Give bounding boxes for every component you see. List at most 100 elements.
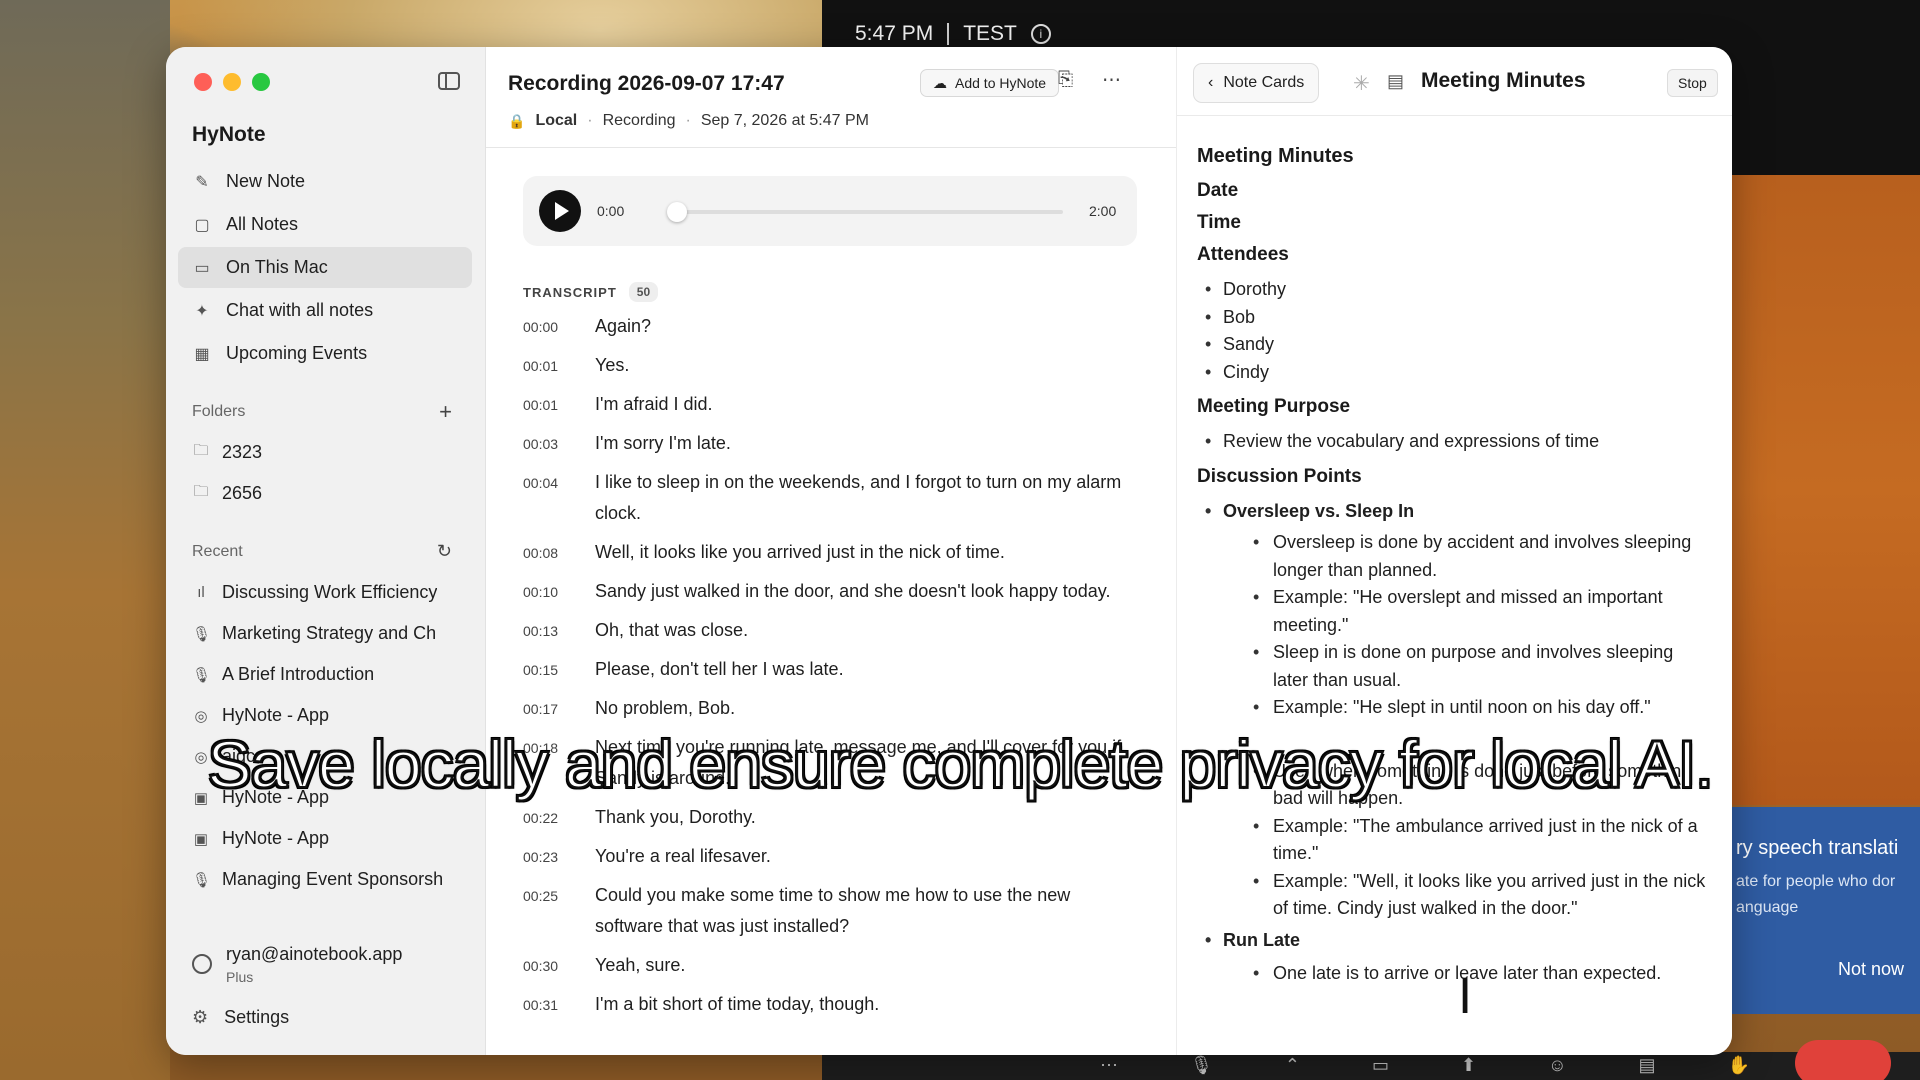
sidebar-item-on-this-mac[interactable]: ▭ On This Mac (178, 247, 472, 288)
minimize-window-button[interactable] (223, 73, 241, 91)
chevron-up-icon[interactable]: ⌃ (1285, 1055, 1300, 1080)
topic-run-late: Run Late (1197, 927, 1707, 955)
transcript-timestamp[interactable]: 00:04 (523, 471, 595, 529)
add-to-hynote-button[interactable]: ☁ Add to HyNote (920, 69, 1060, 97)
settings-label: Settings (224, 1007, 290, 1027)
transcript-row[interactable]: 00:01 I'm afraid I did. (523, 393, 1143, 420)
minutes-panel: ‹ Note Cards ✳ ▤ Meeting Minutes Stop Me… (1176, 47, 1732, 1055)
transcript-timestamp[interactable]: 00:23 (523, 845, 595, 872)
recent-item[interactable]: 🎙 A Brief Introduction (178, 654, 472, 695)
account-row[interactable]: ryan@ainotebook.app Plus (192, 944, 402, 985)
edit-icon: ✎ (195, 173, 209, 191)
progress-knob[interactable] (667, 202, 687, 222)
transcript-row[interactable]: 00:17 No problem, Bob. (523, 697, 1143, 724)
hang-up-button[interactable] (1795, 1040, 1891, 1080)
more-options-icon[interactable]: ⋯ (1102, 69, 1121, 92)
sidebar-toggle-icon[interactable] (438, 72, 460, 90)
transcript-timestamp[interactable]: 00:08 (523, 541, 595, 568)
transcript-row[interactable]: 00:30 Yeah, sure. (523, 954, 1143, 981)
note-cards-back-button[interactable]: ‹ Note Cards (1193, 63, 1320, 103)
waveform-icon: ıl (197, 584, 205, 601)
attendees-list: Dorothy Bob Sandy Cindy (1197, 276, 1707, 386)
transcript-row[interactable]: 00:08 Well, it looks like you arrived jus… (523, 541, 1143, 568)
popup-title: ry speech translati (1736, 837, 1899, 859)
folder-item[interactable]: 🗀 2656 (178, 473, 472, 514)
transcript-timestamp[interactable]: 00:31 (523, 993, 595, 1020)
play-button[interactable] (539, 190, 581, 232)
sidebar-item-chat[interactable]: ✦ Chat with all notes (178, 290, 472, 331)
transcript-row[interactable]: 00:01 Yes. (523, 354, 1143, 381)
transcript-label: TRANSCRIPT (523, 284, 617, 300)
transcript-timestamp[interactable]: 00:22 (523, 806, 595, 833)
transcript-timestamp[interactable]: 00:30 (523, 954, 595, 981)
zoom-window-button[interactable] (252, 73, 270, 91)
transcript-row[interactable]: 00:10 Sandy just walked in the door, and … (523, 580, 1143, 607)
transcript-timestamp[interactable]: 00:01 (523, 393, 595, 420)
folder-item[interactable]: 🗀 2323 (178, 432, 472, 473)
recent-item[interactable]: ıl Discussing Work Efficiency (178, 572, 472, 613)
raise-hand-icon[interactable]: ✋ (1727, 1055, 1749, 1080)
share-screen-icon[interactable]: ⬆ (1461, 1055, 1476, 1080)
recent-item[interactable]: 🎙 Managing Event Sponsorsh (178, 859, 472, 900)
captions-icon[interactable]: ▤ (1638, 1055, 1655, 1080)
attendee: Dorothy (1197, 276, 1707, 304)
sidebar-item-new-note[interactable]: ✎ New Note (178, 161, 472, 202)
mic-icon[interactable]: 🎙 (1190, 1055, 1213, 1080)
transcript-timestamp[interactable]: 00:13 (523, 619, 595, 646)
add-folder-icon[interactable]: + (439, 399, 452, 425)
transcript-timestamp[interactable]: 00:03 (523, 432, 595, 459)
cloud-upload-icon: ☁ (933, 74, 947, 91)
emoji-icon[interactable]: ☺ (1548, 1055, 1566, 1080)
meta-location: Local (535, 112, 578, 129)
settings-button[interactable]: ⚙ Settings (192, 1007, 289, 1028)
transcript-row[interactable]: 00:03 I'm sorry I'm late. (523, 432, 1143, 459)
copy-icon[interactable]: ⎘ (1058, 69, 1073, 91)
transcript-timestamp[interactable]: 00:15 (523, 658, 595, 685)
point: One late is to arrive or leave later tha… (1197, 960, 1707, 988)
transcript-row[interactable]: 00:15 Please, don't tell her I was late. (523, 658, 1143, 685)
minutes-content: Meeting Minutes Date Time Attendees Doro… (1197, 145, 1707, 988)
transcript-row[interactable]: 00:00 Again? (523, 315, 1143, 342)
transcript-row[interactable]: 00:25 Could you make some time to show me… (523, 884, 1143, 942)
camera-off-icon[interactable]: ▭ (1372, 1055, 1389, 1080)
text-cursor-icon: I (1458, 969, 1473, 1025)
sidebar-item-all-notes[interactable]: ▢ All Notes (178, 204, 472, 245)
transcript-text: I'm sorry I'm late. (595, 433, 731, 453)
transcript-timestamp[interactable]: 00:17 (523, 697, 595, 724)
meta-type: Recording (602, 112, 676, 129)
transcript-row[interactable]: 00:04 I like to sleep in on the weekends,… (523, 471, 1143, 529)
stop-button[interactable]: Stop (1667, 69, 1718, 97)
translation-popup: ry speech translati ate for people who d… (1728, 807, 1920, 1014)
recent-item[interactable]: ▣ HyNote - App (178, 818, 472, 859)
info-icon[interactable]: i (1030, 24, 1051, 44)
transcript-timestamp[interactable]: 00:01 (523, 354, 595, 381)
transcript-row[interactable]: 00:22 Thank you, Dorothy. (523, 806, 1143, 833)
point: Example: "He overslept and missed an imp… (1197, 584, 1707, 639)
popup-not-now-button[interactable]: Not now (1838, 959, 1904, 980)
point: Example: "Well, it looks like you arrive… (1197, 868, 1707, 923)
folder-list: 🗀 2323 🗀 2656 (178, 432, 472, 514)
progress-track[interactable] (675, 210, 1063, 214)
sidebar-item-upcoming-events[interactable]: ▦ Upcoming Events (178, 333, 472, 374)
transcript-timestamp[interactable]: 00:10 (523, 580, 595, 607)
attendees-heading: Attendees (1197, 244, 1289, 265)
transcript-text: I'm afraid I did. (595, 394, 713, 414)
transcript-row[interactable]: 00:31 I'm a bit short of time today, thou… (523, 993, 1143, 1020)
transcript-timestamp[interactable]: 00:25 (523, 884, 595, 942)
transcript-row[interactable]: 00:23 You're a real lifesaver. (523, 845, 1143, 872)
close-window-button[interactable] (194, 73, 212, 91)
transcript-timestamp[interactable]: 00:00 (523, 315, 595, 342)
image-icon: ▣ (193, 830, 209, 848)
recent-item[interactable]: 🎙 Marketing Strategy and Ch (178, 613, 472, 654)
more-icon[interactable]: ⋯ (1100, 1055, 1118, 1080)
recent-header: Recent ↻ (192, 541, 452, 562)
folder-icon: 🗀 (193, 483, 209, 500)
transcript-row[interactable]: 00:13 Oh, that was close. (523, 619, 1143, 646)
transcript-text: Could you make some time to show me how … (595, 885, 1071, 936)
lock-icon: 🔒 (508, 112, 526, 129)
transcript-list: 00:00 Again? 00:01 Yes. 00:01 I'm afraid I di… (523, 315, 1143, 1032)
mic-icon: 🎙 (192, 625, 212, 643)
purpose-heading: Meeting Purpose (1197, 396, 1351, 417)
transcript-text: Oh, that was close. (595, 620, 749, 640)
refresh-icon[interactable]: ↻ (437, 541, 452, 562)
